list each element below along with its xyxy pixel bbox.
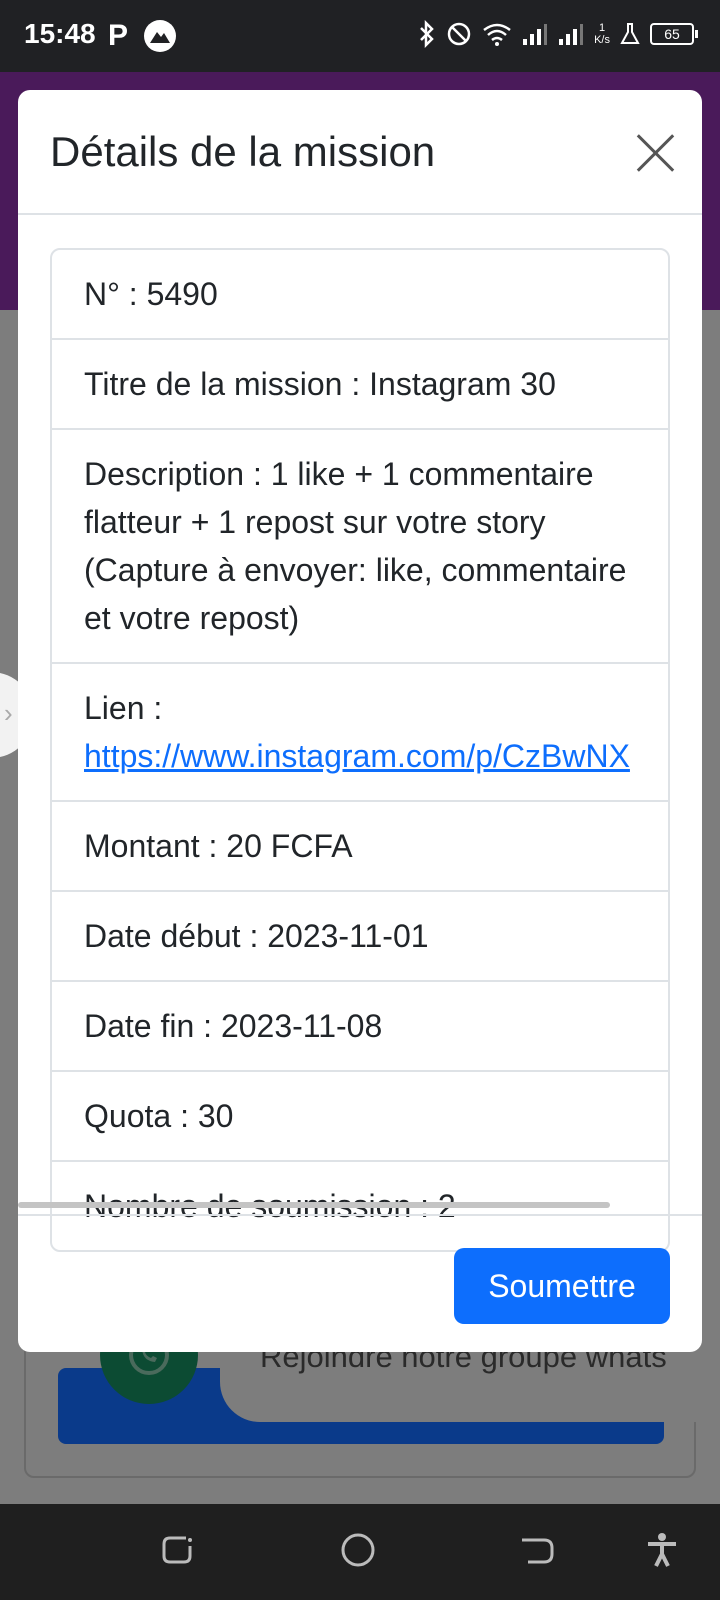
detail-label: Lien	[84, 690, 162, 726]
detail-value: 5490	[146, 276, 218, 312]
mountain-app-icon	[144, 20, 177, 52]
submit-button[interactable]: Soumettre	[454, 1248, 670, 1324]
flask-icon	[620, 23, 640, 44]
signal-icon-2	[559, 24, 584, 45]
detail-label: Date début	[84, 918, 267, 954]
detail-value: 20 FCFA	[226, 828, 353, 864]
status-bar: 15:48 P 1 K/s 65	[0, 0, 720, 72]
recent-apps-icon[interactable]	[160, 1532, 196, 1568]
net-speed: 1 K/s	[594, 22, 610, 46]
status-time: 15:48	[24, 18, 96, 49]
status-right-icons: 1 K/s 65	[418, 20, 698, 48]
accessibility-icon[interactable]	[644, 1532, 680, 1568]
detail-amount: Montant20 FCFA	[52, 802, 668, 892]
wifi-icon	[483, 23, 511, 46]
detail-label: Quota	[84, 1098, 198, 1134]
detail-end-date: Date fin2023-11-08	[52, 982, 668, 1072]
detail-label: Description	[84, 456, 271, 492]
detail-start-date: Date début2023-11-01	[52, 892, 668, 982]
parking-app-icon: P	[108, 19, 129, 52]
detail-label: Date fin	[84, 1008, 221, 1044]
net-speed-unit: K/s	[594, 34, 610, 46]
back-icon[interactable]	[520, 1532, 556, 1568]
detail-quota: Quota30	[52, 1072, 668, 1162]
mission-link[interactable]: https://www.instagram.com/p/CzBwNX	[84, 738, 630, 774]
detail-label: Montant	[84, 828, 226, 864]
detail-value: 30	[197, 1098, 234, 1134]
home-icon[interactable]	[340, 1532, 376, 1568]
net-speed-value: 1	[598, 22, 606, 34]
horizontal-scrollbar[interactable]	[18, 1202, 610, 1208]
modal-title: Détails de la mission	[50, 128, 436, 175]
detail-value: Instagram 30	[369, 366, 556, 402]
close-icon[interactable]	[634, 132, 676, 174]
detail-title: Titre de la missionInstagram 30	[52, 340, 668, 430]
detail-label: N°	[84, 276, 147, 312]
detail-number: N°5490	[52, 250, 668, 340]
status-left-icons: P	[108, 19, 177, 53]
signal-icon-1	[523, 24, 548, 45]
detail-description: Description1 like + 1 commentaire flatte…	[52, 430, 668, 664]
do-not-disturb-icon	[447, 22, 471, 46]
chevron-right-icon: ›	[4, 698, 13, 728]
mission-details-modal: Détails de la mission N°5490 Titre de la…	[18, 90, 702, 1352]
modal-header: Détails de la mission	[18, 90, 702, 215]
detail-label: Titre de la mission	[84, 366, 369, 402]
modal-footer: Soumettre	[18, 1214, 702, 1352]
detail-value: 2023-11-08	[220, 1008, 383, 1044]
bluetooth-icon	[420, 20, 434, 48]
battery-icon: 65	[650, 23, 698, 45]
detail-value: 2023-11-01	[267, 918, 429, 954]
system-nav-bar	[0, 1504, 720, 1600]
details-list: N°5490 Titre de la missionInstagram 30 D…	[50, 248, 670, 1252]
detail-link: Lien https://www.instagram.com/p/CzBwNX	[52, 664, 668, 802]
